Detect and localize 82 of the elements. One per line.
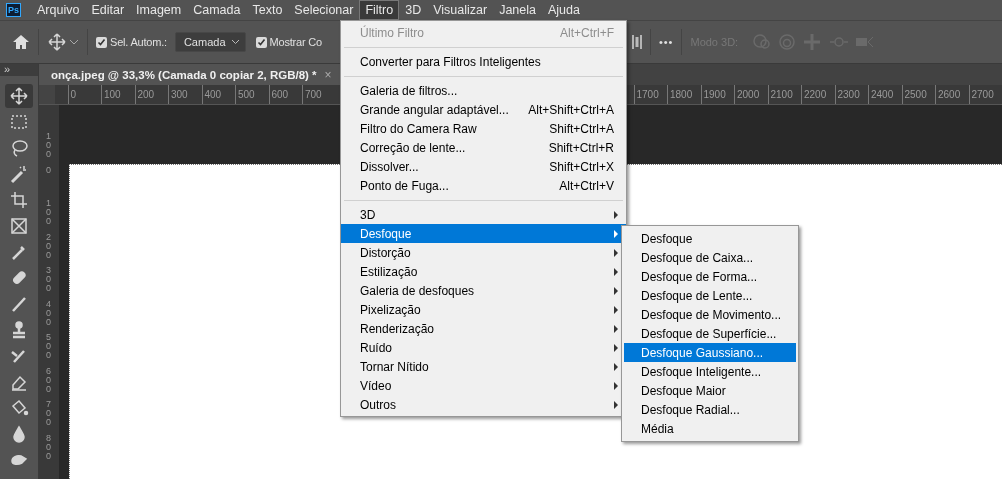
ruler-label: 100 bbox=[46, 132, 52, 161]
menu-item[interactable]: Imagem bbox=[130, 0, 188, 20]
ruler-label: 2200 bbox=[801, 85, 835, 104]
checkbox[interactable] bbox=[96, 36, 107, 48]
ruler-label: 2600 bbox=[935, 85, 969, 104]
menu-item[interactable]: 3D bbox=[341, 205, 626, 224]
ruler-label: 0 bbox=[67, 85, 101, 104]
ruler-label: 700 bbox=[46, 400, 52, 429]
menu-item[interactable]: Desfoque bbox=[341, 224, 626, 243]
lasso-icon bbox=[9, 138, 29, 158]
menu-item[interactable]: Ponto de Fuga... Alt+Ctrl+V bbox=[341, 176, 626, 195]
show-transform-label: Mostrar Co bbox=[269, 36, 322, 48]
menu-item[interactable]: Arquivo bbox=[31, 0, 86, 20]
crop-icon bbox=[9, 190, 29, 210]
menu-item[interactable]: Média bbox=[624, 419, 796, 438]
menu-item[interactable]: Desfoque de Movimento... bbox=[624, 305, 796, 324]
menu-item[interactable]: Desfoque de Caixa... bbox=[624, 248, 796, 267]
document-tab[interactable]: onça.jpeg @ 33,3% (Camada 0 copiar 2, RGB/8) * × bbox=[39, 64, 340, 85]
caret-icon bbox=[230, 39, 240, 45]
menu-item[interactable]: Filtro bbox=[359, 0, 400, 20]
ruler-label: 800 bbox=[46, 433, 52, 463]
magic-wand-icon bbox=[9, 164, 29, 184]
ruler-label: 2000 bbox=[734, 85, 768, 104]
app-logo: Ps bbox=[6, 3, 21, 17]
ruler-label: 400 bbox=[46, 299, 52, 329]
menu-item[interactable]: Desfoque de Superfície... bbox=[624, 324, 796, 343]
ruler-label: 700 bbox=[302, 85, 336, 104]
menu-item[interactable]: Correção de lente... Shift+Ctrl+R bbox=[341, 138, 626, 157]
menu-item[interactable]: Desfoque Inteligente... bbox=[624, 362, 796, 381]
caret-icon[interactable] bbox=[69, 38, 79, 46]
ruler-label: 500 bbox=[46, 333, 52, 362]
ruler-label: 1700 bbox=[633, 85, 667, 104]
ruler-label: 2700 bbox=[968, 85, 1002, 104]
ruler-label: 2100 bbox=[767, 85, 801, 104]
align-icon[interactable] bbox=[631, 34, 642, 50]
ruler-label: 2500 bbox=[901, 85, 935, 104]
menu-item[interactable]: Desfoque de Forma... bbox=[624, 267, 796, 286]
ruler-label: 2300 bbox=[834, 85, 868, 104]
menu-item[interactable]: Ajuda bbox=[542, 0, 586, 20]
tool-button[interactable] bbox=[5, 84, 33, 108]
ruler-label: 0 bbox=[46, 165, 52, 177]
layer-dropdown[interactable]: Camada bbox=[174, 32, 246, 52]
ruler-label: 2400 bbox=[868, 85, 902, 104]
home-icon[interactable] bbox=[12, 34, 30, 50]
ruler-label: 1800 bbox=[667, 85, 701, 104]
menu-item[interactable]: Desfoque de Lente... bbox=[624, 286, 796, 305]
ruler-label: 200 bbox=[46, 232, 52, 262]
menu-item[interactable]: Texto bbox=[246, 0, 289, 20]
ruler-label: 300 bbox=[46, 266, 52, 295]
menu-item[interactable]: 3D bbox=[399, 0, 428, 20]
move-icon bbox=[9, 86, 29, 106]
menu-item[interactable]: Desfoque Gaussiano... bbox=[624, 343, 796, 362]
move-icon[interactable] bbox=[47, 32, 67, 52]
menu-item[interactable]: Desfoque Maior bbox=[624, 381, 796, 400]
menu-item[interactable]: Editar bbox=[85, 0, 131, 20]
ruler-label: 100 bbox=[101, 85, 135, 104]
ruler-label: 200 bbox=[134, 85, 168, 104]
menu-item[interactable]: Filtro do Camera Raw Shift+Ctrl+A bbox=[341, 119, 626, 138]
auto-select-label: Sel. Autom.: bbox=[110, 36, 167, 48]
frame-icon bbox=[9, 216, 29, 236]
paint-bucket-icon bbox=[9, 398, 29, 418]
ruler-label: 1900 bbox=[700, 85, 734, 104]
checkbox[interactable] bbox=[255, 36, 267, 48]
ruler-label: 300 bbox=[168, 85, 202, 104]
marquee-icon bbox=[9, 112, 29, 132]
menu-item[interactable]: Dissolver... Shift+Ctrl+X bbox=[341, 157, 626, 176]
menu-item[interactable]: Visualizar bbox=[427, 0, 494, 20]
menu-item[interactable]: Desfoque Radial... bbox=[624, 400, 796, 419]
ruler-label: 500 bbox=[235, 85, 269, 104]
menu-item[interactable]: Camada bbox=[187, 0, 247, 20]
menu-item[interactable]: Janela bbox=[493, 0, 542, 20]
ruler-label: 600 bbox=[268, 85, 302, 104]
ruler-label: 100 bbox=[46, 199, 52, 228]
menu-item[interactable]: Converter para Filtros Inteligentes bbox=[341, 52, 626, 71]
ruler-label: 600 bbox=[46, 366, 52, 396]
menu-item[interactable]: Galeria de filtros... bbox=[341, 81, 626, 100]
menu-item[interactable]: Grande angular adaptável... Alt+Shift+Ctrl+A bbox=[341, 100, 626, 119]
collapse-button[interactable]: » bbox=[0, 64, 38, 76]
menu-item[interactable]: Selecionar bbox=[288, 0, 360, 20]
more-button[interactable]: ••• bbox=[658, 36, 674, 48]
ruler-label: 400 bbox=[201, 85, 235, 104]
menu-item[interactable]: Desfoque bbox=[624, 229, 796, 248]
